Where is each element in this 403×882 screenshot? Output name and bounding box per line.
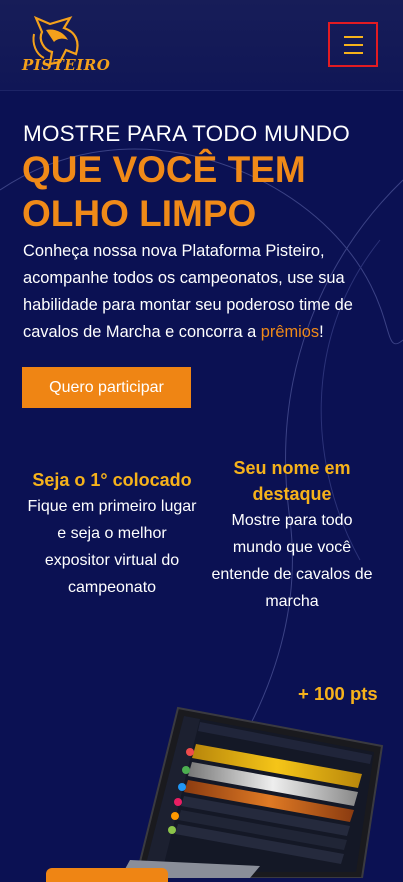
hero-desc-line: cavalos de Marcha e concorra a prêmios!	[23, 323, 324, 341]
hero-desc-line: acompanhe todos os campeonatos, use sua	[23, 269, 345, 287]
hero-title-line1: QUE VOCÊ TEM	[22, 149, 306, 190]
hero-desc-line: Conheça nossa nova Plataforma Pisteiro,	[23, 242, 325, 260]
bottom-cta-button[interactable]	[46, 868, 168, 882]
feature-name-highlight: Seu nome em destaque Mostre para todo mu…	[202, 455, 382, 615]
feature-text: mundo que você	[232, 539, 352, 556]
hamburger-menu-button[interactable]	[328, 22, 378, 67]
hero-title-line2: OLHO LIMPO	[22, 193, 257, 234]
hero-kicker: MOSTRE PARA TODO MUNDO	[23, 121, 350, 146]
hamburger-menu-icon	[343, 35, 363, 38]
prizes-link[interactable]: prêmios	[261, 323, 319, 341]
logo-text: PISTEIRO	[22, 56, 111, 74]
feature-text: Fique em primeiro lugar	[27, 498, 197, 515]
feature-text: Mostre para todo	[231, 512, 353, 529]
hero-description: Conheça nossa nova Plataforma Pisteiro, …	[23, 238, 383, 346]
feature-text: entende de cavalos de	[211, 566, 373, 583]
feature-text: marcha	[265, 593, 319, 610]
feature-title: Seja o 1° colocado	[32, 470, 192, 490]
hero-desc-line: habilidade para montar seu poderoso time…	[23, 296, 353, 314]
feature-title: Seu nome em	[233, 458, 351, 478]
hero-title: QUE VOCÊ TEM OLHO LIMPO	[22, 148, 392, 236]
feature-title: destaque	[252, 484, 332, 504]
feature-first-place: Seja o 1° colocado Fique em primeiro lug…	[18, 467, 206, 601]
feature-text: e seja o melhor	[57, 525, 167, 542]
feature-text: campeonato	[67, 579, 157, 596]
feature-text: expositor virtual do	[44, 552, 180, 569]
laptop-mockup-image	[120, 706, 384, 878]
site-header: PISTEIRO	[0, 0, 403, 91]
participate-button[interactable]: Quero participar	[22, 367, 191, 408]
